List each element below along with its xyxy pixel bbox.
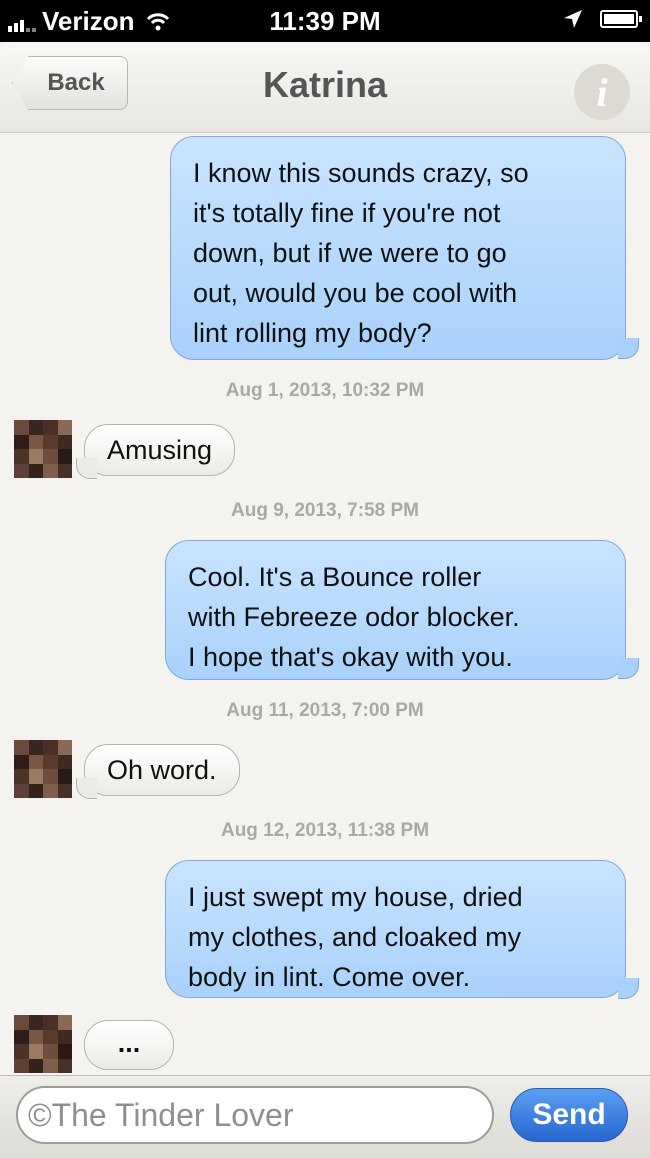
bubble-tail xyxy=(76,778,97,799)
battery-icon xyxy=(600,10,642,28)
message-outgoing: I just swept my house, dried my clothes,… xyxy=(165,860,626,998)
message-line: body in lint. Come over. xyxy=(188,962,471,992)
avatar[interactable] xyxy=(14,740,72,798)
message-line: out, would you be cool with xyxy=(193,278,518,308)
bubble-tail xyxy=(618,658,639,679)
nav-bar: Back Katrina i xyxy=(0,42,650,133)
message-line: my clothes, and cloaked my xyxy=(188,922,522,952)
bubble-tail xyxy=(618,338,639,359)
message-outgoing: Cool. It's a Bounce roller with Febreeze… xyxy=(165,540,626,680)
message-outgoing: I know this sounds crazy, so it's totall… xyxy=(170,136,626,360)
typing-indicator: ... xyxy=(84,1020,174,1070)
timestamp: Aug 9, 2013, 7:58 PM xyxy=(231,500,419,521)
compose-bar: ©The Tinder Lover Send xyxy=(0,1075,650,1158)
message-line: I know this sounds crazy, so xyxy=(193,158,529,188)
message-incoming: Oh word. xyxy=(84,744,240,796)
timestamp: Aug 12, 2013, 11:38 PM xyxy=(220,820,430,841)
message-incoming: Amusing xyxy=(84,424,236,476)
avatar[interactable] xyxy=(14,1015,72,1073)
avatar[interactable] xyxy=(14,420,72,478)
message-input[interactable]: ©The Tinder Lover xyxy=(16,1086,494,1144)
message-line: I just swept my house, dried xyxy=(188,882,523,912)
message-line: down, but if we were to go xyxy=(193,238,507,268)
status-bar: Verizon 11:39 PM xyxy=(0,0,650,42)
timestamp: Aug 1, 2013, 10:32 PM xyxy=(225,380,425,401)
message-line: with Febreeze odor blocker. xyxy=(188,602,520,632)
message-line: I hope that's okay with you. xyxy=(188,642,513,672)
bubble-tail xyxy=(618,978,639,999)
message-line: Cool. It's a Bounce roller xyxy=(188,562,482,592)
location-arrow-icon xyxy=(564,10,582,28)
bubble-tail xyxy=(76,458,97,479)
message-line: lint rolling my body? xyxy=(193,318,432,348)
info-icon[interactable]: i xyxy=(574,64,630,120)
clock: 11:39 PM xyxy=(269,6,381,36)
send-button[interactable]: Send xyxy=(510,1088,628,1142)
message-line: it's totally fine if you're not xyxy=(193,198,501,228)
timestamp: Aug 11, 2013, 7:00 PM xyxy=(226,700,424,721)
page-title: Katrina xyxy=(262,64,388,105)
